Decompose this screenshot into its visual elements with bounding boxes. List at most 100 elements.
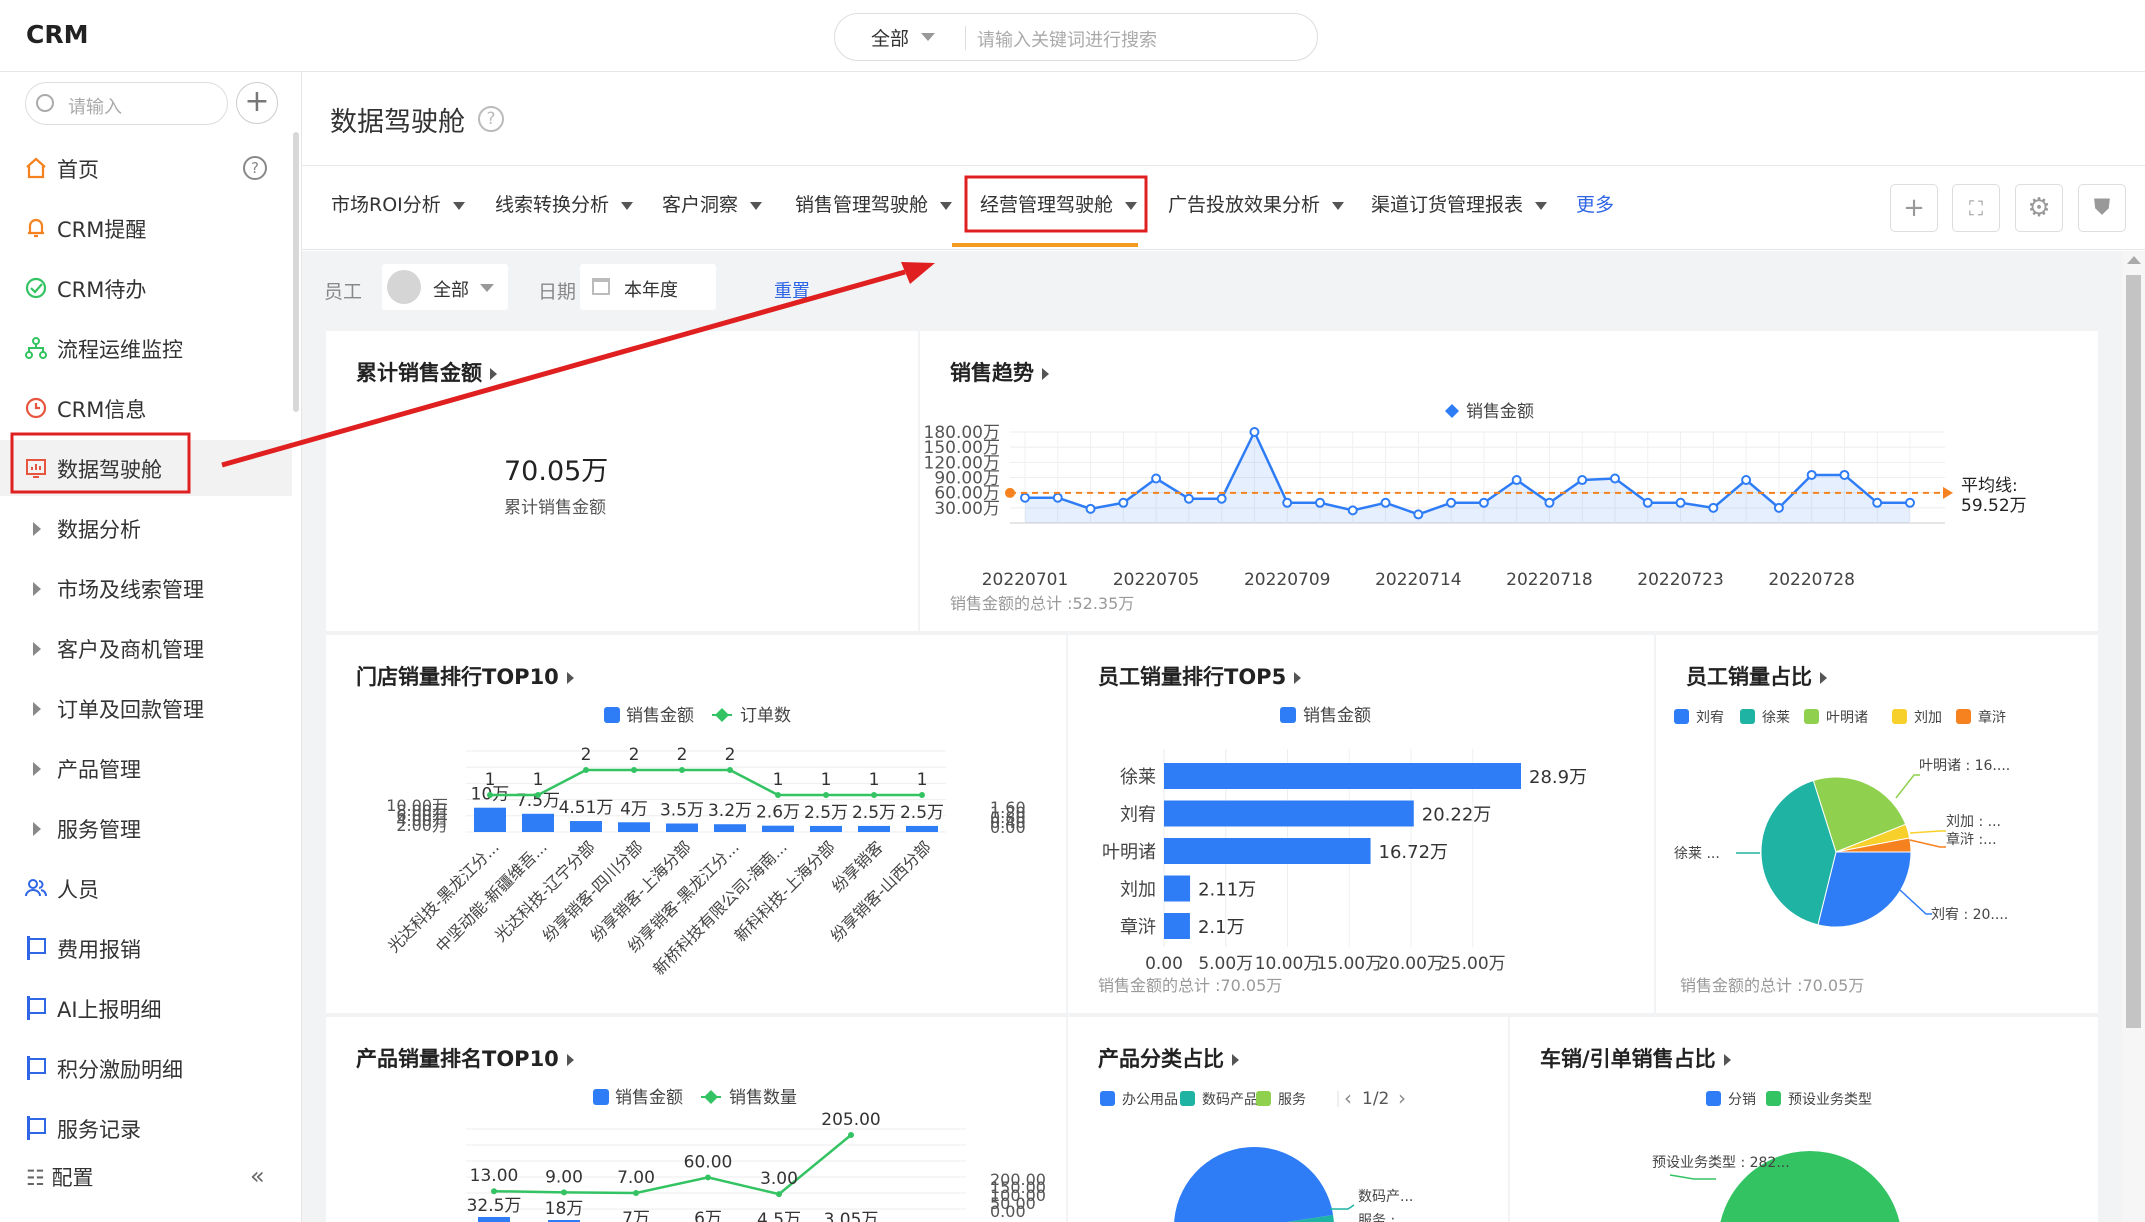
card-sales-trend: 销售趋势 销售金额 30.00万 60.00万 90.00万 120.00万 150.00…	[920, 331, 2098, 631]
dashboard-icon	[24, 456, 48, 480]
sidebar-search-input[interactable]: 请输入	[25, 82, 228, 125]
bar-value-label: 3.2万	[708, 801, 752, 821]
expand-arrow-icon[interactable]	[33, 822, 41, 836]
employee-filter[interactable]: 全部	[382, 264, 508, 310]
scroll-up-arrow-icon[interactable]	[2127, 256, 2141, 264]
sidebar-item-service[interactable]: 服务管理	[0, 800, 292, 856]
data-point	[1773, 502, 1784, 513]
expand-arrow-icon[interactable]	[33, 762, 41, 776]
double-chevron-left-icon[interactable]: «	[250, 1162, 265, 1190]
line-value-label: 9.00	[545, 1167, 583, 1187]
sidebar-item-label: 流程运维监控	[57, 338, 183, 362]
chevron-down-icon[interactable]	[921, 33, 935, 41]
sidebar-item-crm-todo[interactable]: CRM待办	[0, 260, 292, 316]
scrollbar-thumb[interactable]	[2126, 275, 2141, 1028]
caret-down-icon	[940, 201, 953, 210]
bar-value-label: 20.22万	[1422, 805, 1492, 826]
pie-leader-line	[1899, 889, 1932, 915]
expand-arrow-icon[interactable]	[33, 522, 41, 536]
search-scope-select[interactable]: 全部	[871, 24, 909, 51]
card-title[interactable]: 累计销售金额	[356, 357, 497, 387]
x-tick-label: 20220728	[1768, 570, 1855, 590]
expand-arrow-icon[interactable]	[33, 642, 41, 656]
tab-operations-cockpit[interactable]: 经营管理驾驶舱	[980, 190, 1138, 217]
line-value-label: 1	[773, 770, 784, 790]
legend-label: 刘宥	[1696, 709, 1724, 726]
sidebar-item-customers[interactable]: 客户及商机管理	[0, 620, 292, 676]
data-point	[1183, 493, 1194, 504]
search-input[interactable]: 请输入关键词进行搜索	[977, 26, 1157, 52]
pie-leader-line	[1330, 1204, 1355, 1210]
sidebar-item-crm-info[interactable]: CRM信息	[0, 380, 292, 436]
sidebar-item-market-leads[interactable]: 市场及线索管理	[0, 560, 292, 616]
tab-sales-cockpit[interactable]: 销售管理驾驶舱	[795, 190, 953, 217]
sidebar-scrollbar[interactable]	[293, 132, 299, 412]
data-point	[1052, 492, 1063, 503]
sidebar-item-data-cockpit[interactable]: 数据驾驶舱	[0, 440, 292, 496]
sidebar-item-orders[interactable]: 订单及回款管理	[0, 680, 292, 736]
legend-marker	[1180, 1091, 1195, 1106]
bar	[666, 823, 698, 832]
add-button[interactable]: +	[1890, 184, 1938, 232]
calendar-icon	[592, 278, 610, 295]
sidebar-item-ai-report[interactable]: AI上报明细	[0, 980, 292, 1036]
sidebar-item-expense[interactable]: 费用报销	[0, 920, 292, 976]
settings-button[interactable]: ⚙	[2015, 184, 2063, 232]
line-value-label: 1	[485, 770, 496, 790]
data-point	[633, 1189, 639, 1196]
top-bar: CRM 全部 请输入关键词进行搜索	[0, 0, 2145, 72]
sidebar-item-home[interactable]: 首页 ?	[0, 140, 292, 196]
tab-market-roi[interactable]: 市场ROI分析	[331, 190, 465, 217]
caret-down-icon	[621, 201, 634, 210]
sidebar-item-label: 人员	[57, 878, 99, 902]
data-point	[1610, 473, 1620, 484]
add-button[interactable]: +	[236, 82, 278, 124]
sidebar-item-process-monitor[interactable]: 流程运维监控	[0, 320, 292, 376]
fullscreen-button[interactable]: ⛶	[1952, 184, 2000, 232]
line-value-label: 13.00	[470, 1166, 519, 1186]
legend-marker	[1674, 709, 1689, 724]
expand-arrow-icon[interactable]	[33, 582, 41, 596]
pie-label: 刘加 : ...	[1946, 814, 2001, 830]
date-filter[interactable]: 本年度	[580, 264, 716, 310]
global-search[interactable]: 全部 请输入关键词进行搜索	[834, 13, 1318, 61]
sidebar-item-label: 数据分析	[57, 518, 141, 542]
sidebar-item-people[interactable]: 人员	[0, 860, 292, 916]
data-point	[1020, 492, 1030, 503]
config-label: 配置	[51, 1166, 94, 1190]
legend-marker	[1892, 709, 1907, 724]
tab-label: 广告投放效果分析	[1168, 194, 1321, 216]
tab-customer-insight[interactable]: 客户洞察	[662, 190, 763, 217]
config-button[interactable]: ☷ 配置	[26, 1162, 94, 1192]
pie-label: 服务 :...	[1358, 1213, 1409, 1222]
sidebar-item-crm-reminder[interactable]: CRM提醒	[0, 200, 292, 256]
tab-more[interactable]: 更多	[1576, 190, 1614, 217]
legend-marker	[1766, 1091, 1781, 1106]
chart-footer: 销售金额的总计 :70.05万	[1680, 976, 1864, 995]
expand-arrow-icon[interactable]	[33, 702, 41, 716]
line-value-label: 7.00	[617, 1168, 655, 1188]
sidebar-item-products[interactable]: 产品管理	[0, 740, 292, 796]
caret-down-icon	[1125, 201, 1138, 210]
flag-icon	[24, 996, 48, 1020]
legend-label: 章浒	[1978, 709, 2006, 726]
sidebar-item-points[interactable]: 积分激励明细	[0, 1040, 292, 1096]
help-icon[interactable]: ?	[478, 106, 504, 132]
legend-label: 数码产品	[1202, 1092, 1258, 1108]
reset-button[interactable]: 重置	[774, 277, 810, 303]
permission-button[interactable]: ⛊	[2078, 184, 2126, 232]
tab-channel-orders[interactable]: 渠道订货管理报表	[1371, 190, 1548, 217]
tab-ad-effect[interactable]: 广告投放效果分析	[1168, 190, 1345, 217]
x-tick-label: 20220709	[1244, 570, 1331, 590]
data-point	[1446, 497, 1457, 508]
app-logo[interactable]: CRM	[26, 20, 88, 49]
flag-icon	[24, 936, 48, 960]
tab-lead-conversion[interactable]: 线索转换分析	[495, 190, 634, 217]
data-point	[1675, 497, 1686, 508]
line-value-label: 2	[725, 745, 736, 765]
employee-pie-chart: 刘宥 徐莱 叶明诸 刘加 章浒刘宥 : 20.... 徐莱 ... 叶明诸 : 16....…	[1674, 709, 2010, 995]
help-icon[interactable]: ?	[243, 156, 267, 180]
sidebar-item-service-records[interactable]: 服务记录	[0, 1100, 292, 1156]
sidebar-item-data-analysis[interactable]: 数据分析	[0, 500, 292, 556]
date-filter-value: 本年度	[624, 280, 678, 301]
